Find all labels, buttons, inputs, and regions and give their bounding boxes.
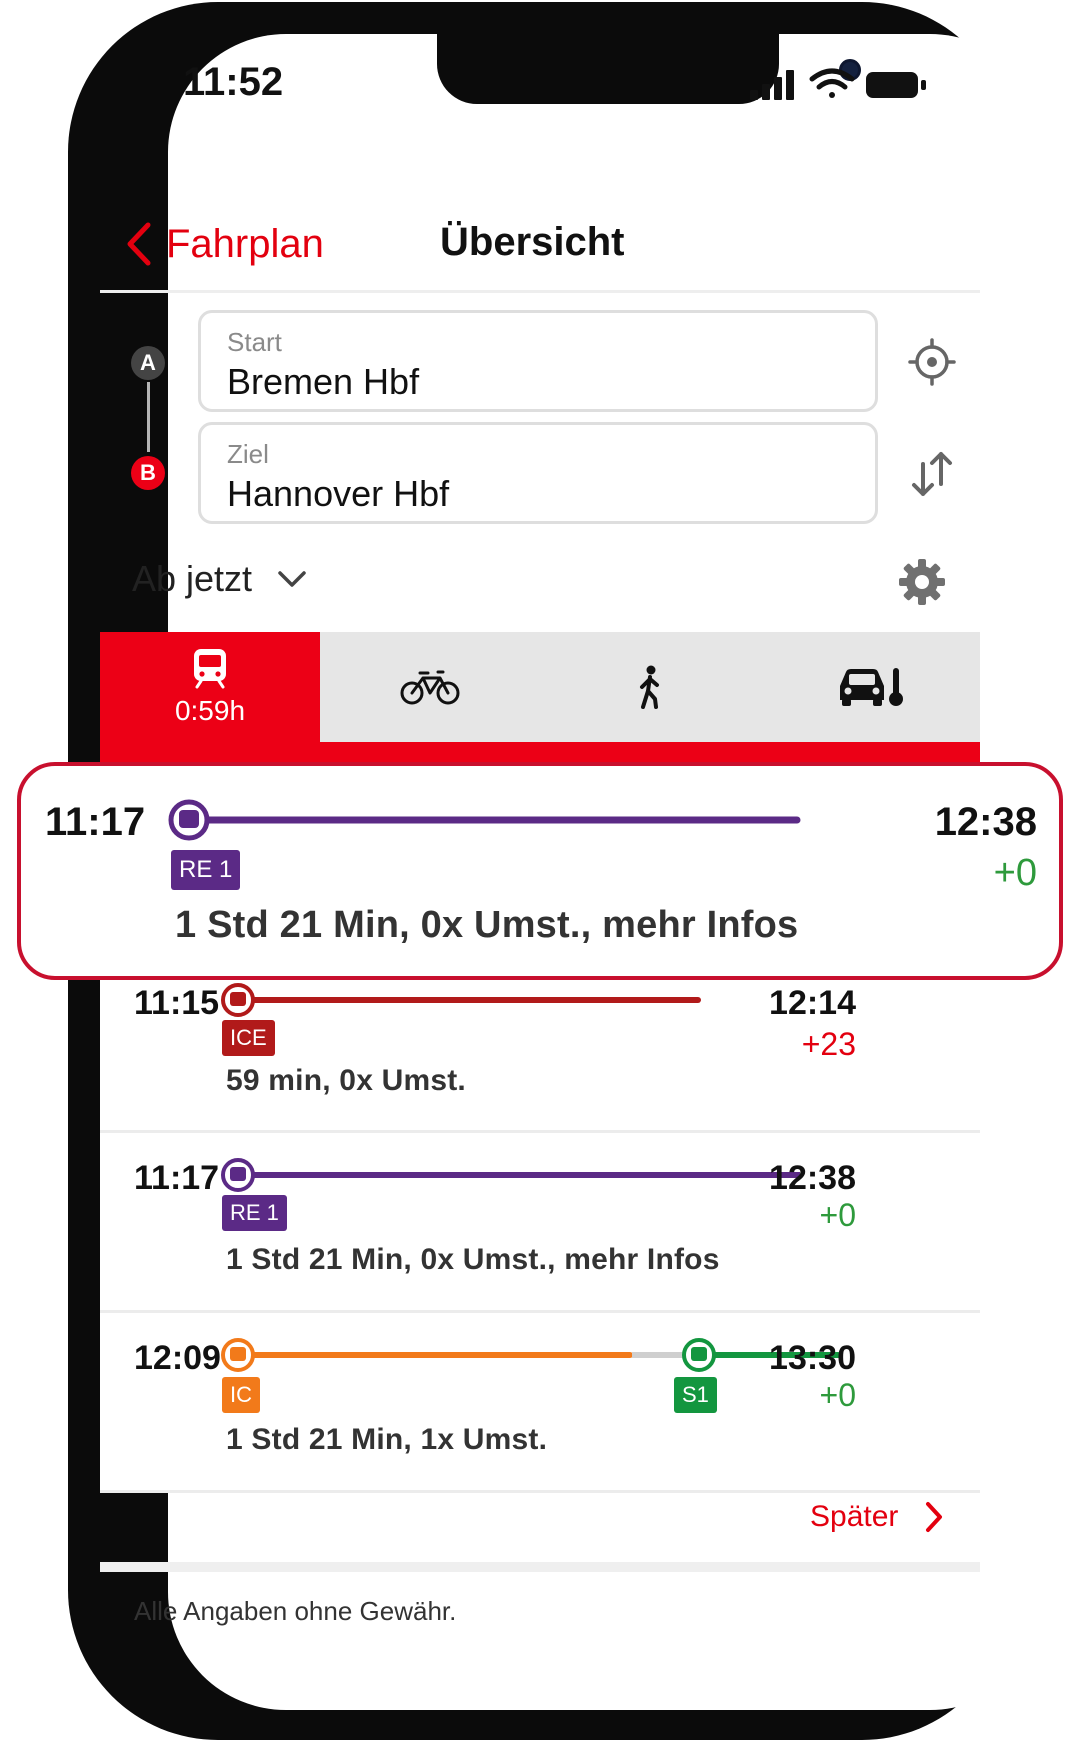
bicycle-icon bbox=[400, 670, 460, 705]
connection-info: 1 Std 21 Min, 0x Umst., mehr Infos bbox=[226, 1243, 720, 1276]
departure-time: 12:09 bbox=[134, 1339, 221, 1377]
departure-time: 11:15 bbox=[134, 984, 220, 1022]
later-label: Später bbox=[810, 1500, 899, 1533]
time-selector-label: Ab jetzt bbox=[132, 558, 253, 599]
train-badge-ice: ICE bbox=[222, 1020, 275, 1056]
departure-time: 11:17 bbox=[45, 800, 146, 844]
train-badge-s1: S1 bbox=[674, 1377, 717, 1413]
time-selector[interactable]: Ab jetzt bbox=[132, 558, 306, 600]
mode-tab-walk[interactable] bbox=[540, 632, 760, 742]
page-title: Übersicht bbox=[440, 220, 625, 264]
journey-timeline bbox=[221, 983, 701, 1017]
disclaimer-text: Alle Angaben ohne Gewähr. bbox=[134, 1596, 457, 1626]
chevron-down-icon bbox=[278, 571, 306, 587]
connection-info: 59 min, 0x Umst. bbox=[226, 1064, 466, 1097]
back-button[interactable]: Fahrplan bbox=[126, 214, 324, 274]
delay-indicator: +0 bbox=[819, 1377, 856, 1413]
train-badge-re: RE 1 bbox=[171, 850, 241, 890]
delay-indicator: +0 bbox=[819, 1197, 856, 1233]
gear-icon[interactable] bbox=[898, 558, 946, 606]
start-field[interactable]: Start Bremen Hbf bbox=[198, 310, 878, 412]
transport-mode-bar: 0:59h bbox=[100, 632, 980, 742]
car-icon bbox=[840, 668, 903, 706]
wifi-icon bbox=[809, 68, 855, 98]
journey-timeline bbox=[221, 1158, 800, 1192]
destination-field[interactable]: Ziel Hannover Hbf bbox=[198, 422, 878, 524]
start-marker: A bbox=[131, 346, 165, 380]
connection-info: 1 Std 21 Min, 0x Umst., mehr Infos bbox=[175, 904, 799, 946]
connection-row-3[interactable]: 12:09 IC S1 13:30 +0 1 Std 21 Min, 1x Um… bbox=[100, 1313, 980, 1493]
signal-icon bbox=[750, 70, 794, 100]
departure-time: 11:17 bbox=[134, 1159, 220, 1197]
destination-marker: B bbox=[131, 456, 165, 490]
destination-field-label: Ziel bbox=[227, 439, 269, 469]
train-icon bbox=[194, 649, 226, 689]
chevron-left-icon bbox=[127, 222, 151, 266]
connection-row-2[interactable]: 11:17 RE 1 12:38 +0 1 Std 21 Min, 0x Ums… bbox=[100, 1133, 980, 1313]
swap-icon[interactable] bbox=[910, 450, 954, 498]
start-field-value[interactable]: Bremen Hbf bbox=[227, 361, 419, 403]
delay-indicator: +23 bbox=[801, 1026, 856, 1062]
arrival-time: 12:14 bbox=[769, 984, 856, 1022]
mode-tab-bike[interactable] bbox=[320, 632, 540, 742]
start-field-label: Start bbox=[227, 327, 282, 357]
delay-indicator: +0 bbox=[993, 852, 1037, 894]
mode-train-duration: 0:59h bbox=[174, 695, 246, 726]
row-divider bbox=[100, 1490, 980, 1493]
chevron-right-icon bbox=[926, 1502, 943, 1532]
walking-icon bbox=[640, 665, 659, 709]
locate-icon[interactable] bbox=[908, 338, 956, 386]
connection-info: 1 Std 21 Min, 1x Umst. bbox=[226, 1423, 548, 1456]
journey-timeline bbox=[221, 1338, 841, 1372]
connection-row-1[interactable]: 11:15 ICE 12:14 +23 59 min, 0x Umst. bbox=[100, 980, 980, 1133]
journey-timeline bbox=[168, 799, 801, 841]
battery-icon bbox=[866, 72, 926, 98]
header-divider bbox=[100, 290, 980, 293]
status-time: 11:52 bbox=[183, 60, 284, 104]
highlighted-connection[interactable]: 11:17 RE 1 12:38 +0 1 Std 21 Min, 0x Ums… bbox=[17, 762, 1063, 980]
arrival-time: 12:38 bbox=[934, 800, 1037, 844]
later-button[interactable]: Später bbox=[810, 1500, 944, 1534]
train-badge-ic: IC bbox=[222, 1377, 260, 1413]
notch bbox=[437, 2, 861, 104]
mode-tab-car[interactable] bbox=[760, 632, 980, 742]
status-icons bbox=[750, 68, 926, 100]
destination-field-value[interactable]: Hannover Hbf bbox=[227, 473, 449, 515]
arrival-time: 12:38 bbox=[769, 1159, 856, 1197]
back-label: Fahrplan bbox=[166, 221, 324, 266]
route-connector-line bbox=[147, 382, 150, 452]
footer-separator bbox=[100, 1562, 980, 1572]
train-badge-re: RE 1 bbox=[222, 1195, 287, 1231]
mode-active-strip bbox=[100, 742, 980, 762]
mode-tab-train[interactable]: 0:59h bbox=[100, 632, 320, 742]
arrival-time: 13:30 bbox=[769, 1339, 856, 1377]
